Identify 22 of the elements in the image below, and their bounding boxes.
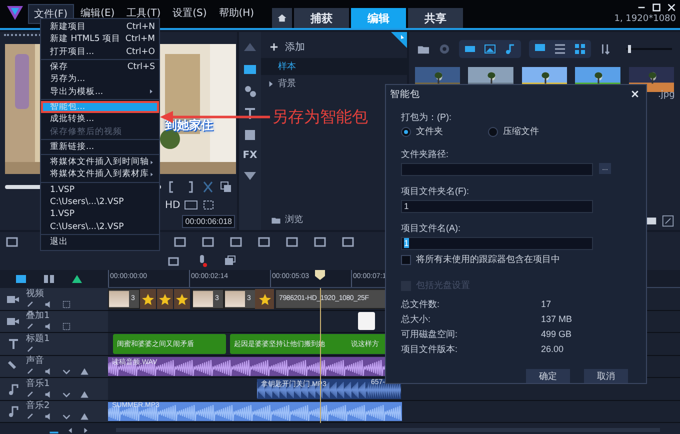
field-label: 项目文件名(A): xyxy=(401,223,462,234)
stat-value: 26.00 xyxy=(541,344,565,355)
stat-value: 499 GB xyxy=(541,329,573,340)
track-name: 声音 xyxy=(26,356,45,366)
file-name: .jpg xyxy=(658,90,675,100)
stat-label: 总大小: xyxy=(401,314,432,325)
field-label: 打包为：(P): xyxy=(401,112,452,123)
dialog-title: 智能包 xyxy=(390,88,420,100)
stat-value: 137 MB xyxy=(541,314,574,325)
resolution-label: 1, 1920*1080 xyxy=(614,14,676,24)
stat-label: 项目文件版本: xyxy=(401,344,459,355)
annotation-text: 另存为智能包 xyxy=(272,107,368,128)
track-name: 视频 xyxy=(26,288,45,299)
stat-value: 17 xyxy=(541,299,552,310)
format-label: HD xyxy=(165,200,180,210)
track-name: 叠加1 xyxy=(26,311,51,322)
track-name: 音乐2 xyxy=(26,401,51,412)
field-label: 项目文件夹名(F): xyxy=(401,186,470,197)
track-name: 音乐1 xyxy=(26,378,51,389)
field-label: 文件夹路径: xyxy=(401,149,450,160)
stat-label: 可用磁盘空间: xyxy=(401,329,459,340)
track-name: 标题1 xyxy=(26,334,51,344)
